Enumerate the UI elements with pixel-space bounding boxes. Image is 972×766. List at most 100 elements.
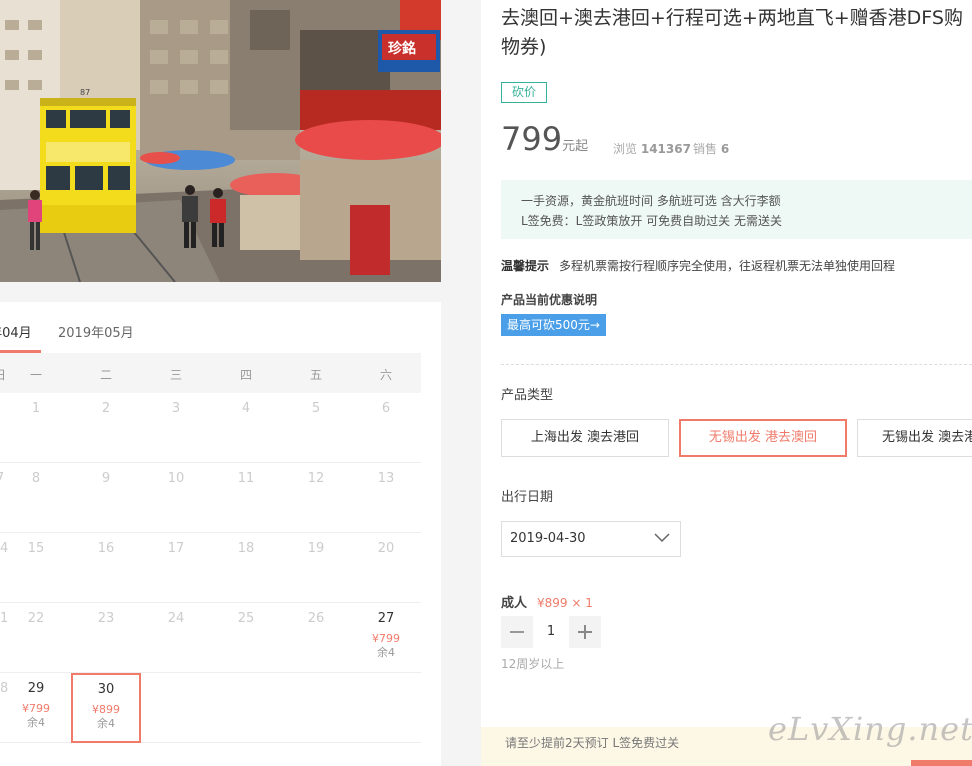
day-number: 22 — [27, 611, 45, 626]
weekday-header: 日 一 二 三 四 五 六 — [0, 353, 421, 393]
type-option-wuxi-hk-macau[interactable]: 无锡出发 港去澳回 — [679, 419, 847, 457]
day-number: 19 — [307, 541, 325, 556]
street-scene-image: 珍銘 87 — [0, 0, 441, 282]
tab-may[interactable]: 2019年05月 — [58, 322, 134, 341]
increase-button[interactable] — [569, 616, 601, 648]
day-number: 3 — [171, 401, 181, 416]
day-number: 29 — [27, 681, 45, 696]
calendar-day: 11 — [211, 463, 281, 533]
day-number: 2 — [101, 401, 111, 416]
day-number: 13 — [377, 471, 395, 486]
calendar-day[interactable]: 27 ¥799 余4 — [351, 603, 421, 673]
calendar-day — [141, 673, 211, 743]
calendar-day: 13 — [351, 463, 421, 533]
calendar-day: 10 — [141, 463, 211, 533]
product-title: 去澳回+澳去港回+行程可选+两地直飞+赠香港DFS购物券) — [501, 7, 963, 58]
age-note: 12周岁以上 — [501, 657, 565, 671]
plus-icon — [578, 625, 592, 639]
date-calendar: 2019年04月 2019年05月 日 一 二 三 四 五 六 12345678… — [0, 302, 441, 766]
day-number: 17 — [167, 541, 185, 556]
calendar-day: 8 — [1, 463, 71, 533]
day-price: ¥899 — [92, 703, 120, 716]
sales-value: 6 — [720, 142, 730, 156]
chevron-down-icon — [654, 533, 670, 543]
calendar-day: 1 — [1, 393, 71, 463]
calendar-day[interactable]: 29 ¥799 余4 — [1, 673, 71, 743]
decrease-button[interactable] — [501, 616, 533, 648]
day-number: 4 — [241, 401, 251, 416]
type-option-shanghai[interactable]: 上海出发 澳去港回 — [501, 419, 669, 457]
feature-box: 一手资源，黄金航班时间 多航班可选 含大行李额 L签免费：L签政策放开 可免费自… — [501, 180, 972, 239]
day-number: 25 — [237, 611, 255, 626]
day-number: 23 — [97, 611, 115, 626]
travel-date-select[interactable]: 2019-04-30 — [501, 521, 681, 557]
day-price: ¥799 — [22, 702, 50, 715]
day-stock: 余4 — [27, 716, 45, 729]
price-row: 799元起 — [501, 120, 588, 160]
day-number: 18 — [237, 541, 255, 556]
views-stat: 浏览 141367 — [613, 140, 691, 157]
product-type-label: 产品类型 — [501, 388, 554, 403]
day-stock: 余4 — [377, 646, 395, 659]
calendar-day: 17 — [141, 533, 211, 603]
calendar-day: 26 — [281, 603, 351, 673]
calendar-day: 3 — [141, 393, 211, 463]
weekday-sat: 六 — [379, 368, 392, 382]
tip-text: 多程机票需按行程顺序完全使用，往返程机票无法单独使用回程 — [559, 259, 896, 273]
feature-line: 一手资源，黄金航班时间 多航班可选 含大行李额 — [521, 194, 781, 208]
book-now-button[interactable] — [911, 760, 972, 766]
adult-row: 成人 ¥899 × 1 — [501, 592, 593, 611]
bargain-tag: 砍价 — [501, 82, 548, 103]
feature-line: L签免费：L签政策放开 可免费自助过关 无需送关 — [521, 214, 783, 228]
calendar-day: 15 — [1, 533, 71, 603]
day-number: 30 — [97, 682, 115, 697]
calendar-day: 22 — [1, 603, 71, 673]
calendar-day — [211, 673, 281, 743]
adult-label: 成人 — [501, 596, 528, 611]
calendar-week-row: 78910111213 — [0, 463, 421, 533]
calendar-day: 5 — [281, 393, 351, 463]
day-number: 26 — [307, 611, 325, 626]
weekday-wed: 三 — [169, 368, 182, 382]
bargain-discount-button[interactable]: 最高可砍500元→ — [501, 314, 606, 336]
svg-text:珍銘: 珍銘 — [388, 40, 416, 57]
weekday-mon: 一 — [29, 368, 42, 382]
weekday-fri: 五 — [309, 368, 322, 382]
views-label: 浏览 — [613, 142, 638, 156]
calendar-day-selected[interactable]: 30 ¥899 余4 — [71, 673, 141, 743]
calendar-day: 24 — [141, 603, 211, 673]
calendar-day: 12 — [281, 463, 351, 533]
day-number: 12 — [307, 471, 325, 486]
day-number: 27 — [377, 611, 395, 626]
quantity-stepper: 1 — [501, 616, 601, 648]
weekday-thu: 四 — [239, 368, 252, 382]
type-option-wuxi-macau-hk[interactable]: 无锡出发 澳去港回 — [857, 419, 972, 457]
calendar-day: 16 — [71, 533, 141, 603]
calendar-week-row: 2829¥799余430¥899余4 — [0, 673, 421, 743]
weekday-tue: 二 — [99, 368, 112, 382]
tip-label: 温馨提示 — [501, 259, 550, 273]
divider — [501, 364, 972, 365]
warm-tip: 温馨提示 多程机票需按行程顺序完全使用，往返程机票无法单独使用回程 — [501, 257, 895, 274]
calendar-day — [281, 673, 351, 743]
calendar-day: 25 — [211, 603, 281, 673]
travel-date-label: 出行日期 — [501, 490, 554, 505]
calendar-week-row: 14151617181920 — [0, 533, 421, 603]
day-number: 1 — [31, 401, 41, 416]
day-number: 16 — [97, 541, 115, 556]
calendar-day: 2 — [71, 393, 141, 463]
sales-stat: 销售 6 — [693, 140, 729, 157]
calendar-day: 9 — [71, 463, 141, 533]
calendar-week-row: 1 2 3 4 5 6 — [0, 393, 421, 463]
calendar-day: 4 — [211, 393, 281, 463]
tab-april[interactable]: 2019年04月 — [0, 322, 32, 341]
calendar-day: 19 — [281, 533, 351, 603]
product-photo: 珍銘 87 — [0, 0, 441, 282]
calendar-day: 6 — [351, 393, 421, 463]
day-number: 15 — [27, 541, 45, 556]
day-price: ¥799 — [372, 632, 400, 645]
day-number: 24 — [167, 611, 185, 626]
month-tabs: 2019年04月 2019年05月 — [0, 302, 441, 354]
quantity-value[interactable]: 1 — [533, 616, 569, 648]
price-suffix: 元起 — [562, 139, 589, 154]
